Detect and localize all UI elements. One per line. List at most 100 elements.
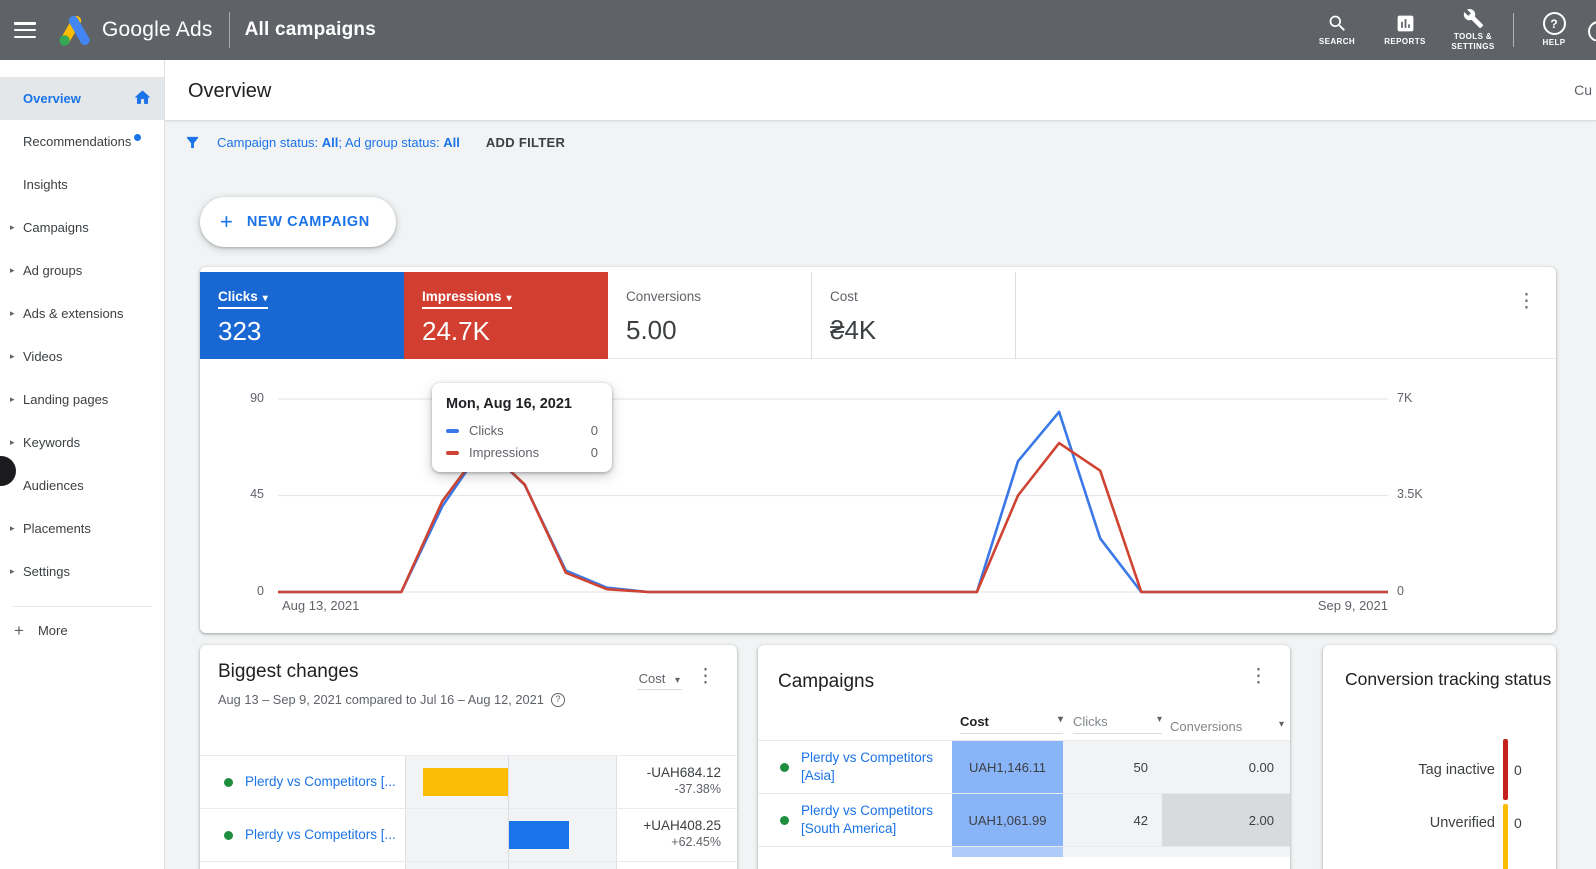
sidebar-item-keywords[interactable]: ▸ Keywords: [0, 421, 164, 464]
sort-caret-icon: ▾: [1278, 719, 1284, 730]
comparison-subtitle: Aug 13 – Sep 9, 2021 compared to Jul 16 …: [218, 692, 565, 707]
search-button[interactable]: SEARCH: [1315, 13, 1359, 47]
conversion-tracking-card: Conversion tracking status Tag inactive …: [1323, 645, 1556, 869]
table-row[interactable]: Plerdy vs Competitors [South America] UA…: [758, 793, 1290, 846]
topbar-divider: [228, 12, 230, 48]
column-header-clicks[interactable]: Clicks ▾: [1073, 714, 1162, 734]
app-name: Google Ads: [102, 18, 213, 41]
status-enabled-icon: [780, 815, 789, 825]
performance-chart-card: Clicks ▾ 323 Impressions ▾ 24.7K Conversio…: [200, 267, 1556, 633]
card-title: Campaigns: [778, 671, 875, 692]
campaign-link[interactable]: Plerdy vs Competitors [South America]: [801, 802, 952, 838]
sidebar-item-ads-extensions[interactable]: ▸ Ads & extensions: [0, 292, 164, 335]
sidebar-item-insights[interactable]: Insights: [0, 163, 164, 206]
page-title: Overview: [188, 80, 272, 102]
sidebar-item-recommendations[interactable]: Recommendations: [0, 120, 164, 163]
tooltip-date: Mon, Aug 16, 2021: [446, 396, 572, 412]
clicks-cell: 50: [1063, 741, 1162, 793]
sidebar-item-campaigns[interactable]: ▸ Campaigns: [0, 206, 164, 249]
table-row[interactable]: Plerdy vs Competitors [... -UAH684.12 -3…: [200, 755, 737, 808]
tooltip-row-clicks: Clicks 0: [446, 423, 598, 438]
new-campaign-button[interactable]: + NEW CAMPAIGN: [200, 197, 396, 247]
menu-icon[interactable]: [14, 22, 36, 38]
wrench-icon: [1463, 8, 1483, 29]
expand-caret-icon: ▸: [10, 265, 15, 275]
clicks-cell: 42: [1063, 794, 1162, 846]
sidebar-item-placements[interactable]: ▸ Placements: [0, 507, 164, 550]
y-axis-tick: 90: [250, 391, 264, 405]
changes-table: Plerdy vs Competitors [... -UAH684.12 -3…: [200, 755, 737, 869]
change-bar-cell: [405, 809, 617, 861]
impressions-value: 24.7K: [422, 316, 490, 346]
dropdown-caret-icon: ▾: [262, 293, 268, 304]
date-range-clipped[interactable]: Cu: [1574, 82, 1592, 98]
campaigns-card: Campaigns ⋮ Cost ▾ Clicks ▾ Conversions ▾ P…: [758, 645, 1290, 869]
dropdown-caret-icon: ▾: [506, 293, 512, 304]
sidebar-item-landing-pages[interactable]: ▸ Landing pages: [0, 378, 164, 421]
filter-funnel-icon: [186, 136, 199, 148]
expand-caret-icon: ▸: [10, 437, 15, 447]
campaign-link[interactable]: Plerdy vs Competitors [...: [245, 826, 396, 844]
delta-value: -UAH684.12: [646, 765, 721, 780]
scorecard-clicks[interactable]: Clicks ▾ 323: [200, 272, 404, 359]
google-ads-triangle-icon: [59, 15, 90, 46]
y-axis-tick: 0: [257, 584, 264, 598]
sidebar-item-audiences[interactable]: Audiences: [0, 464, 164, 507]
metric-selector[interactable]: Cost ▾: [636, 671, 682, 690]
sidebar-divider: [12, 606, 152, 607]
filter-summary[interactable]: Campaign status: All; Ad group status: A…: [217, 135, 460, 150]
tag-inactive-bar: [1503, 739, 1508, 800]
campaign-link[interactable]: Plerdy vs Competitors [...: [245, 773, 396, 791]
tools-settings-button[interactable]: TOOLS & SETTINGS: [1451, 8, 1495, 52]
sidebar-item-ad-groups[interactable]: ▸ Ad groups: [0, 249, 164, 292]
card-menu-button[interactable]: ⋮: [696, 667, 715, 686]
change-bar-negative: [423, 768, 508, 796]
sidebar-item-more[interactable]: + More: [0, 609, 164, 652]
filter-bar: Campaign status: All; Ad group status: A…: [164, 120, 1596, 164]
sort-caret-icon: ▾: [1057, 714, 1063, 725]
delta-percent: -37.38%: [674, 782, 721, 796]
plus-icon: +: [14, 620, 24, 640]
table-header-row: Cost ▾ Clicks ▾ Conversions ▾: [758, 707, 1290, 740]
scorecard-conversions[interactable]: Conversions 5.00: [608, 272, 812, 359]
scorecard-cost[interactable]: Cost ₴4K: [812, 272, 1016, 359]
conversions-value: 5.00: [626, 315, 677, 345]
scorecard-row: Clicks ▾ 323 Impressions ▾ 24.7K Conversio…: [200, 272, 1556, 359]
sidebar-item-settings[interactable]: ▸ Settings: [0, 550, 164, 593]
notification-dot: [134, 134, 142, 141]
tooltip-row-impressions: Impressions 0: [446, 445, 598, 460]
y2-axis-tick: 7K: [1397, 391, 1413, 405]
status-enabled-icon: [224, 830, 233, 840]
conversions-cell: 0.00: [1162, 741, 1290, 793]
top-app-bar: Google Ads All campaigns SEARCH REPORTS: [0, 0, 1596, 60]
column-header-cost[interactable]: Cost ▾: [960, 714, 1063, 734]
change-bar-cell: [405, 756, 617, 808]
zero-axis-line: [508, 756, 509, 808]
dropdown-caret-icon: ▾: [674, 675, 680, 686]
column-header-conversions[interactable]: Conversions ▾: [1170, 719, 1284, 734]
status-enabled-icon: [224, 777, 233, 787]
help-circle-icon[interactable]: ?: [550, 692, 565, 707]
sidebar-item-overview[interactable]: Overview: [0, 77, 164, 120]
reports-button[interactable]: REPORTS: [1383, 13, 1427, 47]
table-row[interactable]: Plerdy vs Competitors [... +UAH408.25 +6…: [200, 808, 737, 861]
home-icon: [134, 90, 151, 104]
campaign-link[interactable]: Plerdy vs Competitors [Asia]: [801, 749, 952, 785]
table-row[interactable]: Plerdy vs Competitors [Asia] UAH1,146.11…: [758, 740, 1290, 793]
chart-menu-button[interactable]: ⋮: [1517, 292, 1536, 311]
change-bar-positive: [509, 821, 569, 849]
help-button[interactable]: ? HELP: [1532, 12, 1576, 48]
help-icon: ?: [1542, 12, 1566, 35]
delta-percent: +62.45%: [671, 835, 721, 849]
cost-value: ₴4K: [830, 315, 877, 345]
scorecard-impressions[interactable]: Impressions ▾ 24.7K: [404, 272, 608, 359]
sort-caret-icon: ▾: [1156, 714, 1162, 725]
add-filter-button[interactable]: ADD FILTER: [486, 135, 565, 150]
y-axis-tick: 45: [250, 487, 264, 501]
sidebar-item-videos[interactable]: ▸ Videos: [0, 335, 164, 378]
context-title[interactable]: All campaigns: [245, 19, 376, 41]
card-menu-button[interactable]: ⋮: [1249, 667, 1268, 686]
campaigns-table: Plerdy vs Competitors [Asia] UAH1,146.11…: [758, 740, 1290, 857]
google-ads-logo[interactable]: Google Ads: [58, 15, 213, 46]
impressions-swatch-icon: [446, 450, 459, 455]
